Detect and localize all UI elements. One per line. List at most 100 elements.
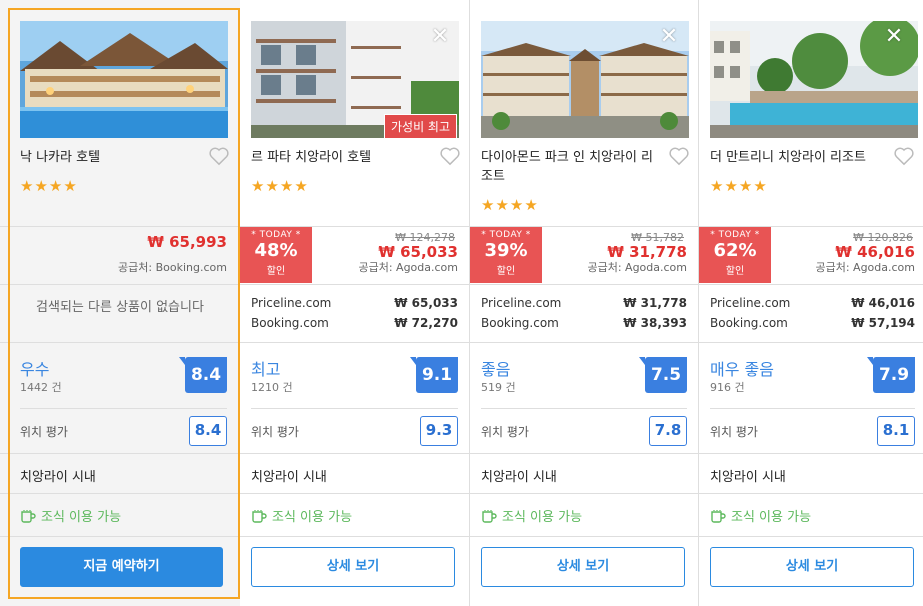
- today-label: * TODAY *: [251, 230, 301, 240]
- close-icon[interactable]: ✕: [658, 26, 680, 48]
- location-score-badge: 7.8: [649, 416, 687, 446]
- divider: [470, 493, 698, 494]
- divider: [240, 284, 469, 285]
- breakfast-available: 조식 이용 가능: [481, 506, 582, 525]
- hotel-card-mantrini: ✕ 더 만트리니 치앙라이 리조트 ★★★★ * TODAY * 62% 할인 …: [698, 0, 923, 606]
- cup-icon: [482, 510, 497, 523]
- alt-price: ₩ 31,778: [623, 296, 687, 310]
- rating-word: 매우 좋음: [710, 360, 774, 379]
- divider: [699, 342, 923, 343]
- location-rating-label: 위치 평가: [251, 425, 299, 439]
- supplier: 공급처: Booking.com: [118, 261, 227, 274]
- divider: [470, 284, 698, 285]
- hotel-card-diamond-park: ✕ 다이아몬드 파크 인 치앙라이 리조트 ★★★★ * TODAY * 39%…: [469, 0, 698, 606]
- close-icon[interactable]: ✕: [883, 26, 905, 48]
- today-discount-box: * TODAY * 48% 할인: [240, 227, 312, 283]
- view-details-button[interactable]: 상세 보기: [710, 547, 914, 587]
- breakfast-available: 조식 이용 가능: [20, 506, 121, 525]
- hotel-name[interactable]: 르 파타 치앙라이 호텔: [251, 148, 431, 167]
- review-count[interactable]: 1442 건: [20, 379, 62, 395]
- review-score-badge: 9.1: [410, 357, 458, 393]
- divider: [251, 408, 458, 409]
- review-count[interactable]: 519 건: [481, 379, 516, 395]
- alt-price-row[interactable]: Booking.com ₩ 38,393: [481, 316, 687, 330]
- star-rating: ★★★★: [20, 177, 78, 195]
- alt-price-row[interactable]: Priceline.com ₩ 46,016: [710, 296, 915, 310]
- discount-label: 할인: [496, 266, 516, 277]
- discount-label: 할인: [266, 266, 286, 277]
- today-discount-box: * TODAY * 39% 할인: [470, 227, 542, 283]
- alt-site: Booking.com: [251, 316, 329, 330]
- location-rating-label: 위치 평가: [20, 425, 68, 439]
- alt-price: ₩ 46,016: [851, 296, 915, 310]
- heart-icon[interactable]: [208, 146, 230, 166]
- heart-icon[interactable]: [893, 146, 915, 166]
- location-score-badge: 8.1: [877, 416, 915, 446]
- breakfast-label: 조식 이용 가능: [731, 510, 812, 525]
- alt-price-row[interactable]: Booking.com ₩ 72,270: [251, 316, 458, 330]
- hotel-name[interactable]: 다이아몬드 파크 인 치앙라이 리조트: [481, 148, 661, 186]
- divider: [481, 408, 687, 409]
- hotel-photo[interactable]: [20, 21, 228, 138]
- alt-site: Booking.com: [481, 316, 559, 330]
- alt-price: ₩ 57,194: [851, 316, 915, 330]
- breakfast-label: 조식 이용 가능: [502, 510, 583, 525]
- district: 치앙라이 시내: [710, 470, 786, 485]
- alt-price-row[interactable]: Booking.com ₩ 57,194: [710, 316, 915, 330]
- district: 치앙라이 시내: [20, 470, 96, 485]
- district: 치앙라이 시내: [251, 470, 327, 485]
- district: 치앙라이 시내: [481, 470, 557, 485]
- discount-percent: 62%: [713, 240, 757, 261]
- breakfast-label: 조식 이용 가능: [272, 510, 353, 525]
- supplier: 공급처: Agoda.com: [358, 261, 458, 274]
- breakfast-available: 조식 이용 가능: [710, 506, 811, 525]
- review-score-badge: 7.9: [867, 357, 915, 393]
- today-discount-box: * TODAY * 62% 할인: [699, 227, 771, 283]
- no-other-results: 검색되는 다른 상품이 없습니다: [36, 300, 204, 315]
- location-rating-label: 위치 평가: [710, 425, 758, 439]
- heart-icon[interactable]: [668, 146, 690, 166]
- divider: [0, 493, 240, 494]
- hotel-name[interactable]: 더 만트리니 치앙라이 리조트: [710, 148, 890, 167]
- cup-icon: [252, 510, 267, 523]
- supplier: 공급처: Agoda.com: [587, 261, 687, 274]
- discount-label: 할인: [725, 266, 745, 277]
- review-count[interactable]: 916 건: [710, 379, 745, 395]
- divider: [470, 536, 698, 537]
- rating-word: 좋음: [481, 360, 511, 379]
- divider: [240, 342, 469, 343]
- cup-icon: [711, 510, 726, 523]
- location-rating-label: 위치 평가: [481, 425, 529, 439]
- view-details-button[interactable]: 상세 보기: [481, 547, 685, 587]
- breakfast-available: 조식 이용 가능: [251, 506, 352, 525]
- alt-site: Priceline.com: [710, 296, 791, 310]
- alt-price: ₩ 38,393: [623, 316, 687, 330]
- divider: [0, 536, 240, 537]
- book-now-button[interactable]: 지금 예약하기: [20, 547, 223, 587]
- price[interactable]: ₩ 65,993: [147, 233, 227, 251]
- divider: [699, 453, 923, 454]
- today-label: * TODAY *: [710, 230, 760, 240]
- divider: [699, 284, 923, 285]
- close-icon[interactable]: ✕: [429, 26, 451, 48]
- divider: [699, 536, 923, 537]
- location-score-badge: 8.4: [189, 416, 227, 446]
- alt-price: ₩ 65,033: [394, 296, 458, 310]
- alt-price-row[interactable]: Priceline.com ₩ 31,778: [481, 296, 687, 310]
- supplier: 공급처: Agoda.com: [815, 261, 915, 274]
- review-score-badge: 7.5: [639, 357, 687, 393]
- alt-price: ₩ 72,270: [394, 316, 458, 330]
- alt-price-row[interactable]: Priceline.com ₩ 65,033: [251, 296, 458, 310]
- view-details-button[interactable]: 상세 보기: [251, 547, 455, 587]
- hotel-name[interactable]: 낙 나카라 호텔: [20, 148, 200, 167]
- heart-icon[interactable]: [439, 146, 461, 166]
- divider: [470, 342, 698, 343]
- star-rating: ★★★★: [251, 177, 309, 195]
- location-score-badge: 9.3: [420, 416, 458, 446]
- star-rating: ★★★★: [481, 196, 539, 214]
- review-score-badge: 8.4: [179, 357, 227, 393]
- hotel-card-le-patta: ✕ 가성비 최고 르 파타 치앙라이 호텔 ★★★★ * TODAY * 48%…: [240, 0, 469, 606]
- alt-site: Priceline.com: [251, 296, 332, 310]
- review-count[interactable]: 1210 건: [251, 379, 293, 395]
- divider: [240, 453, 469, 454]
